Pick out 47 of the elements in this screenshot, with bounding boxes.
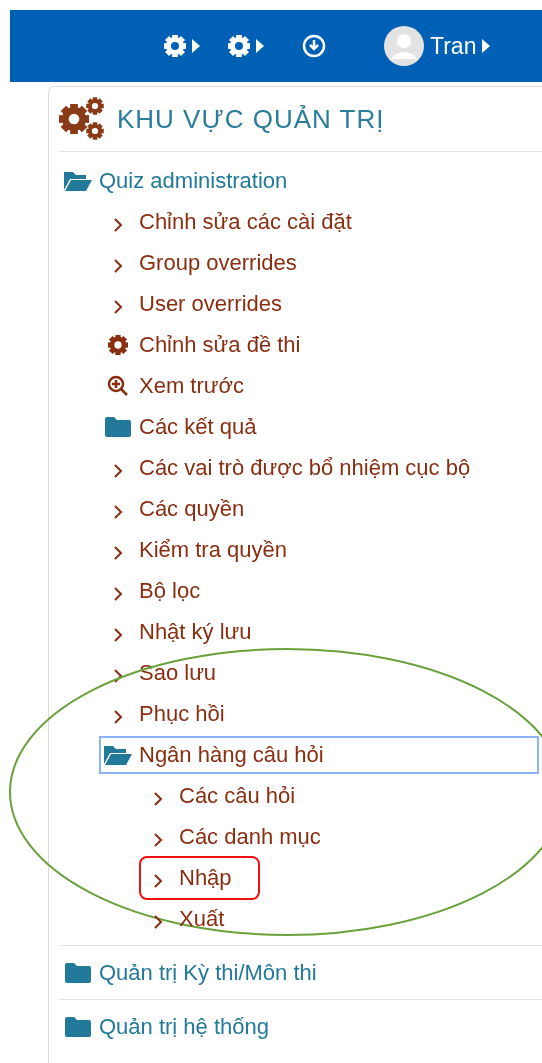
gear-icon: [108, 334, 128, 355]
tree-item[interactable]: Các câu hỏi: [139, 774, 302, 817]
chevron-icon: [113, 627, 123, 642]
tree-item[interactable]: Nhập: [139, 855, 260, 900]
tree-item[interactable]: User overrides: [99, 282, 289, 325]
tree-item[interactable]: Bộ lọc: [99, 569, 207, 612]
panel-title: KHU VỰC QUẢN TRỊ: [117, 102, 385, 136]
gears-icon: [59, 97, 105, 141]
tree-item[interactable]: Sao lưu: [99, 651, 223, 694]
tree-item[interactable]: Quản trị Kỳ thi/Môn thi: [59, 951, 323, 994]
tree-item[interactable]: Ngân hàng câu hỏi: [99, 735, 539, 774]
chevron-icon: [153, 791, 163, 806]
tree-item[interactable]: Chỉnh sửa đề thi: [99, 323, 307, 366]
tree-item[interactable]: Group overrides: [99, 241, 303, 284]
user-menu-button[interactable]: Tran: [380, 26, 495, 66]
chevron-icon: [113, 545, 123, 560]
zoom-in-icon: [107, 374, 129, 397]
tree-item[interactable]: Quản trị hệ thống: [59, 1005, 275, 1048]
caret-icon: [192, 39, 200, 53]
chevron-icon: [153, 914, 163, 929]
tree-item[interactable]: Quiz administration: [59, 159, 294, 202]
chevron-icon: [153, 873, 163, 888]
caret-icon: [482, 39, 491, 53]
tree-item[interactable]: Kiểm tra quyền: [99, 528, 293, 571]
chevron-icon: [113, 217, 123, 232]
chevron-icon: [153, 832, 163, 847]
tree-item[interactable]: Các vai trò được bổ nhiệm cục bộ: [99, 446, 477, 489]
tree-item[interactable]: Chỉnh sửa các cài đặt: [99, 200, 358, 243]
chevron-icon: [113, 299, 123, 314]
chevron-icon: [113, 258, 123, 273]
chevron-icon: [113, 463, 123, 478]
gear-icon: [164, 35, 186, 57]
tree-item[interactable]: Các quyền: [99, 487, 251, 530]
tree-item[interactable]: Phục hồi: [99, 692, 231, 735]
avatar-icon: [384, 26, 424, 66]
caret-icon: [256, 39, 264, 53]
tree-item[interactable]: Nhật ký lưu: [99, 610, 258, 653]
chevron-icon: [113, 709, 123, 724]
tree-item[interactable]: Xuất: [139, 897, 231, 940]
gear-icon: [228, 35, 250, 57]
tree-item[interactable]: Xem trước: [99, 364, 250, 407]
chevron-icon: [113, 586, 123, 601]
chevron-icon: [113, 668, 123, 683]
chevron-icon: [113, 504, 123, 519]
tree-item[interactable]: Các kết quả: [99, 405, 263, 448]
download-icon: [302, 34, 326, 58]
tree-item[interactable]: Các danh mục: [139, 815, 327, 858]
